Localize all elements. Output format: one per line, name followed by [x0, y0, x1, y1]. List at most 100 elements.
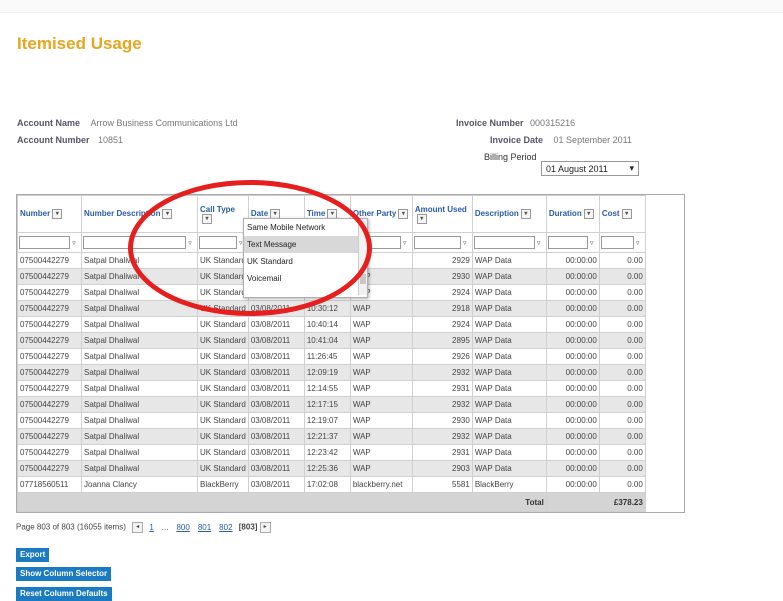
filter-input[interactable] — [473, 236, 535, 249]
table-cell: Satpal Dhaliwal — [81, 252, 198, 269]
next-page-icon[interactable]: ▸ — [259, 522, 271, 533]
table-row[interactable]: 07500442279Satpal DhaliwalUK Standard03/… — [17, 316, 646, 333]
page-link[interactable]: 1 — [149, 523, 153, 532]
table-row[interactable]: 07500442279Satpal DhaliwalUK Standard03/… — [17, 380, 646, 397]
table-cell: 00:00:00 — [545, 332, 600, 349]
filter-option[interactable]: Voicemail — [244, 270, 367, 287]
table-cell: UK Standard — [197, 460, 249, 477]
billing-period-select[interactable]: 01 August 2011 ▾ — [541, 161, 639, 176]
table-cell: 0.00 — [598, 300, 646, 317]
table-cell: 00:00:00 — [545, 364, 600, 381]
table-cell: 0.00 — [598, 364, 646, 381]
table-cell: 00:00:00 — [545, 316, 600, 333]
table-cell: 00:00:00 — [545, 380, 600, 397]
export-button[interactable]: Export — [16, 548, 50, 562]
filter-input[interactable] — [83, 236, 186, 249]
table-cell: UK Standard — [197, 252, 249, 269]
table-cell: 12:21:37 — [303, 428, 351, 445]
column-header[interactable]: Cost ▾ — [598, 195, 646, 233]
show-column-selector-button[interactable]: Show Column Selector — [16, 567, 112, 581]
filter-input[interactable] — [413, 236, 461, 249]
table-cell: 00:00:00 — [545, 460, 600, 477]
table-cell: 00:00:00 — [545, 396, 600, 413]
filter-menu-icon[interactable]: ▾ — [520, 209, 531, 219]
filter-icon[interactable]: ▿ — [401, 239, 409, 247]
table-row[interactable]: 07500442279Satpal DhaliwalUK Standard03/… — [17, 364, 646, 381]
filter-menu-icon[interactable]: ▾ — [202, 213, 212, 224]
table-row[interactable]: 07500442279Satpal DhaliwalUK Standard03/… — [17, 348, 646, 365]
table-cell: 12:19:07 — [303, 412, 351, 429]
filter-icon[interactable]: ▿ — [70, 239, 78, 247]
column-header[interactable]: Description ▾ — [471, 195, 547, 233]
table-row[interactable]: 07500442279Satpal DhaliwalUK Standard03/… — [17, 332, 646, 349]
filter-option[interactable]: Text Message — [244, 236, 367, 253]
table-row[interactable]: 07500442279Satpal DhaliwalUK Standard03/… — [17, 428, 646, 445]
filter-input[interactable] — [19, 236, 70, 249]
table-cell: 03/08/2011 — [247, 348, 305, 365]
prev-page-icon[interactable]: ◂ — [132, 522, 144, 533]
table-cell: WAP — [349, 316, 413, 333]
filter-option[interactable]: UK Standard — [244, 253, 367, 270]
table-cell: 03/08/2011 — [247, 396, 305, 413]
total-row: Total £378.23 — [17, 492, 646, 512]
table-cell: 03/08/2011 — [247, 428, 305, 445]
table-cell: 2930 — [411, 412, 473, 429]
page-link[interactable]: 800 — [176, 523, 189, 532]
table-cell: Satpal Dhaliwal — [81, 316, 198, 333]
column-header[interactable]: Duration ▾ — [545, 195, 600, 233]
filter-icon[interactable]: ▿ — [535, 239, 543, 247]
filter-input[interactable] — [547, 236, 588, 249]
filter-option[interactable]: Same Mobile Network — [244, 219, 367, 236]
table-cell: WAP Data — [471, 252, 547, 269]
table-cell: 07500442279 — [17, 444, 82, 461]
table-cell: Satpal Dhaliwal — [81, 268, 198, 285]
table-cell: 2924 — [411, 316, 473, 333]
filter-menu-icon[interactable]: ▾ — [398, 209, 409, 219]
table-cell: Satpal Dhaliwal — [81, 348, 198, 365]
column-header-label: Duration — [548, 209, 582, 219]
table-row[interactable]: 07500442279Satpal DhaliwalUK Standard03/… — [17, 396, 646, 413]
table-cell: 03/08/2011 — [247, 316, 305, 333]
filter-icon[interactable]: ▿ — [588, 239, 596, 247]
table-row[interactable]: 07500442279Satpal DhaliwalUK Standard03/… — [17, 412, 646, 429]
table-cell: 07500442279 — [17, 460, 82, 477]
table-cell: 12:23:42 — [303, 444, 351, 461]
table-cell: blackberry.net — [349, 476, 413, 493]
filter-menu-icon[interactable]: ▾ — [621, 209, 632, 219]
filter-cell: ▿ — [17, 232, 82, 253]
filter-input[interactable] — [199, 236, 237, 249]
page-link[interactable]: 801 — [198, 523, 211, 532]
table-cell: WAP — [349, 348, 413, 365]
column-header[interactable]: Number ▾ — [17, 195, 82, 233]
filter-icon[interactable]: ▿ — [634, 239, 642, 247]
top-bar — [0, 0, 783, 13]
table-cell: 00:00:00 — [545, 348, 600, 365]
table-row[interactable]: 07500442279Satpal DhaliwalUK Standard03/… — [17, 460, 646, 477]
filter-menu-icon[interactable]: ▾ — [416, 213, 427, 224]
table-cell: UK Standard — [197, 364, 249, 381]
table-cell: WAP Data — [471, 348, 547, 365]
filter-input[interactable] — [600, 236, 634, 249]
filter-icon[interactable]: ▿ — [186, 239, 194, 247]
column-header[interactable]: Call Type▾ — [197, 195, 249, 233]
column-header[interactable]: Number Description ▾ — [81, 195, 198, 233]
column-header[interactable]: Amount Used▾ — [411, 195, 473, 233]
filter-icon[interactable]: ▿ — [461, 239, 469, 247]
table-cell: 07500442279 — [17, 284, 82, 301]
table-cell: WAP Data — [471, 380, 547, 397]
table-cell: 0.00 — [598, 396, 646, 413]
reset-column-defaults-button[interactable]: Reset Column Defaults — [16, 587, 112, 601]
table-row[interactable]: 07500442279Satpal DhaliwalUK Standard03/… — [17, 300, 646, 317]
filter-menu-icon[interactable]: ▾ — [52, 209, 63, 219]
table-cell: WAP Data — [471, 444, 547, 461]
scrollbar-thumb[interactable] — [360, 274, 366, 284]
table-cell: 07500442279 — [17, 396, 82, 413]
table-row[interactable]: 07718560511 Joanna Clancy BlackBerry 03/08/… — [17, 476, 646, 493]
call-type-filter-dropdown[interactable]: Same Mobile Network Text Message UK Standa… — [243, 218, 368, 298]
filter-menu-icon[interactable]: ▾ — [162, 209, 173, 219]
page-link[interactable]: 802 — [219, 523, 232, 532]
table-row[interactable]: 07500442279Satpal DhaliwalUK Standard03/… — [17, 444, 646, 461]
column-header-label: Description — [474, 209, 519, 219]
filter-menu-icon[interactable]: ▾ — [583, 209, 594, 219]
table-cell: UK Standard — [197, 396, 249, 413]
